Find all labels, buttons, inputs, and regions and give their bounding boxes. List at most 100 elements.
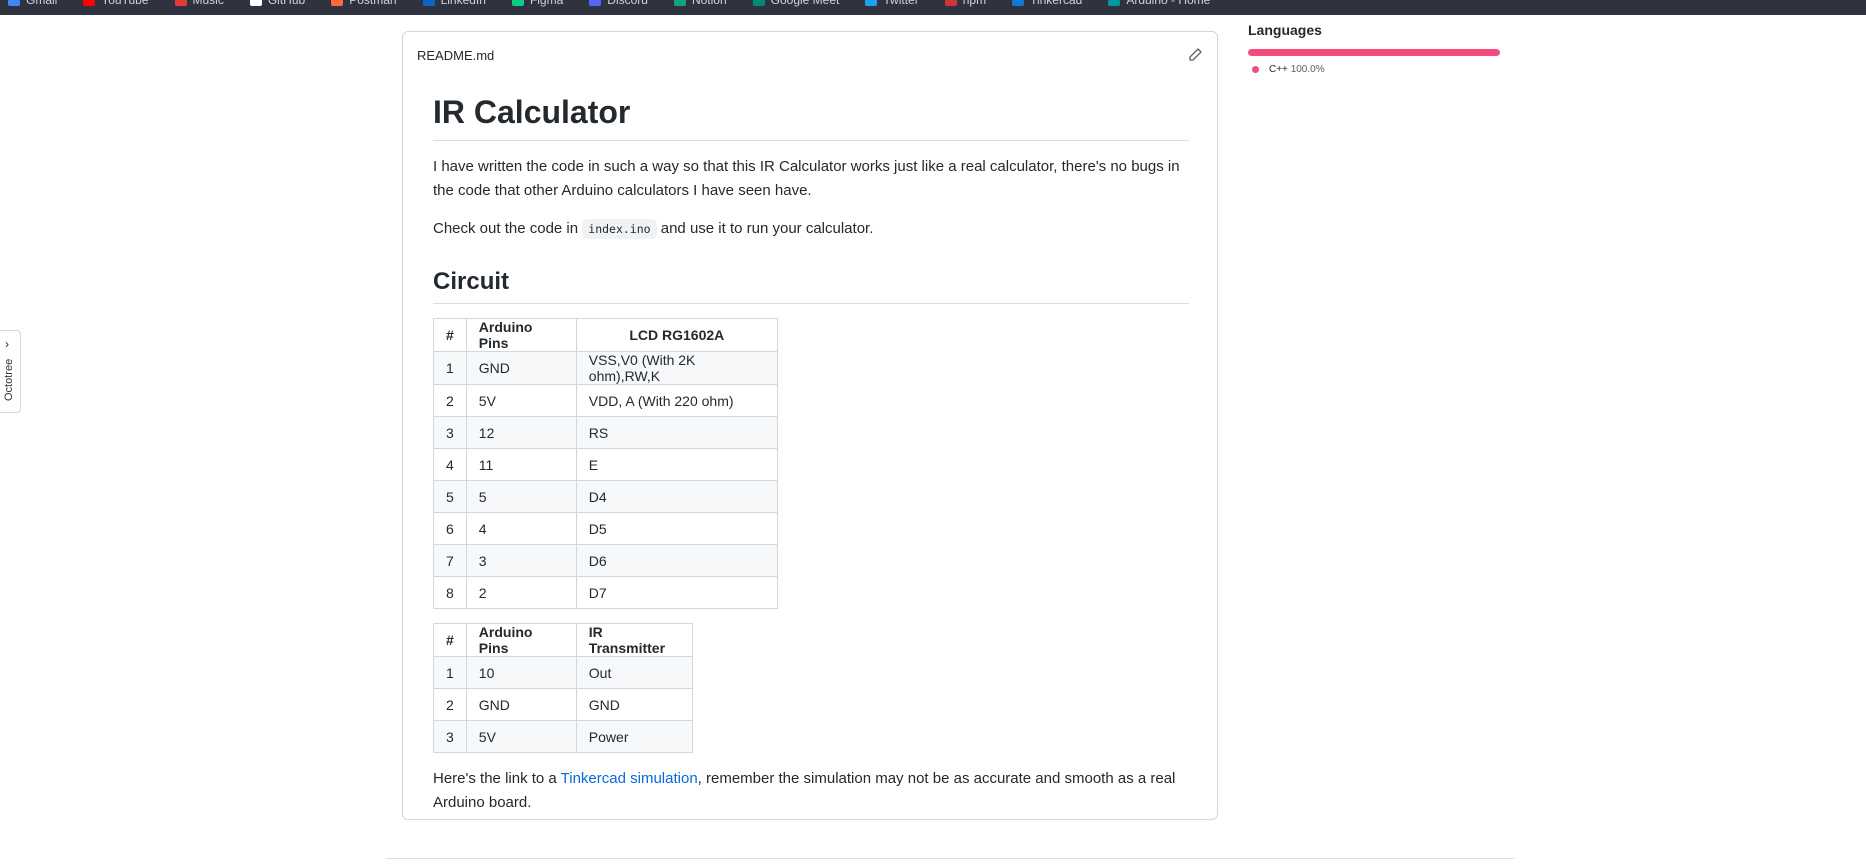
table-cell: 7 <box>433 544 467 577</box>
bookmark-label: Postman <box>349 0 397 7</box>
bookmark-item[interactable]: LinkedIn <box>422 0 486 15</box>
table-cell: GND <box>465 688 577 721</box>
table-cell: 5 <box>465 480 577 513</box>
bookmark-favicon-icon <box>673 0 686 6</box>
table-cell: 4 <box>433 448 467 481</box>
bookmark-item[interactable]: Postman <box>331 0 397 15</box>
lcd-pin-table: # Arduino Pins LCD RG1602A 1 GND VSS,V0 (With… <box>433 318 778 609</box>
bookmark-item[interactable]: Figma <box>511 0 564 15</box>
table-cell: 5 <box>433 480 467 513</box>
table-cell: GND <box>465 351 577 385</box>
bookmark-item[interactable]: Gmail <box>8 0 57 15</box>
text: Check out the code in <box>433 220 583 237</box>
table-cell: D4 <box>575 480 778 513</box>
intro-paragraph: I have written the code in such a way so… <box>433 158 1180 199</box>
table-row: 3 5V Power <box>433 720 693 753</box>
table-row: 6 4 D5 <box>433 512 778 545</box>
bookmark-label: Discord <box>607 0 648 7</box>
bookmark-favicon-icon <box>249 0 262 6</box>
table-cell: 2 <box>433 688 467 721</box>
bookmark-favicon-icon <box>752 0 765 6</box>
readme-filename[interactable]: README.md <box>417 48 494 63</box>
bookmark-favicon-icon <box>865 0 878 6</box>
bookmark-label: Figma <box>529 0 564 7</box>
bookmark-item[interactable]: Music <box>174 0 224 15</box>
bookmark-item[interactable]: Twitter <box>865 0 919 15</box>
table-cell: 11 <box>465 448 577 481</box>
table-row: 7 3 D6 <box>433 544 778 577</box>
table-cell: 10 <box>465 656 577 689</box>
bookmark-favicon-icon <box>1108 0 1121 6</box>
bookmark-favicon-icon <box>1012 0 1025 6</box>
table-cell: Out <box>575 656 693 689</box>
table-row: 1 GND VSS,V0 (With 2K ohm),RW,K <box>433 351 778 385</box>
bookmark-item[interactable]: GitHub <box>249 0 306 15</box>
bookmark-item[interactable]: Discord <box>589 0 648 15</box>
pencil-icon[interactable] <box>1187 47 1203 63</box>
bookmark-label: YouTube <box>101 0 149 7</box>
table-cell: 2 <box>465 576 577 609</box>
table-cell: 1 <box>433 656 467 689</box>
bookmark-item[interactable]: Notion <box>673 0 727 15</box>
table-cell: E <box>575 448 778 481</box>
inline-code: index.ino <box>582 219 657 239</box>
bookmark-favicon-icon <box>83 0 96 6</box>
table-row: 5 5 D4 <box>433 480 778 513</box>
table-cell: 3 <box>433 720 467 753</box>
bookmark-label: Music <box>192 0 224 7</box>
table-cell: 2 <box>433 384 467 417</box>
table-row: 2 5V VDD, A (With 220 ohm) <box>433 384 778 417</box>
table-cell: D7 <box>575 576 778 609</box>
octotree-toggle[interactable]: › Octotree <box>0 330 21 413</box>
languages-heading: Languages <box>1248 22 1322 38</box>
chevron-right-icon: › <box>5 337 9 351</box>
bookmark-label: Notion <box>691 0 727 7</box>
bookmark-item[interactable]: Arduino - Home <box>1108 0 1210 15</box>
table-cell: RS <box>575 416 778 449</box>
column-header: IR Transmitter <box>575 623 693 657</box>
bookmark-favicon-icon <box>8 0 20 6</box>
readme-content: IR Calculator I have written the code in… <box>433 92 1189 815</box>
octotree-label: Octotree <box>3 358 15 401</box>
divider <box>386 858 1514 859</box>
table-row: 1 10 Out <box>433 656 693 689</box>
table-cell: 5V <box>465 384 577 417</box>
table-header-row: # Arduino Pins IR Transmitter <box>433 623 693 657</box>
column-header: Arduino Pins <box>465 623 577 657</box>
table-cell: 5V <box>465 720 577 753</box>
bookmark-item[interactable]: npm <box>944 0 987 15</box>
bookmark-label: Arduino - Home <box>1126 0 1211 7</box>
bookmarks-bar: Gmail YouTube Music GitHub Postman LinkedIn Fi… <box>0 0 1866 15</box>
language-legend-item[interactable]: C++ 100.0% <box>1252 64 1500 75</box>
bookmark-label: npm <box>962 0 987 7</box>
bookmark-favicon-icon <box>331 0 344 6</box>
bookmark-label: Gmail <box>26 0 58 7</box>
check-paragraph: Check out the code in index.ino and use … <box>433 217 1189 241</box>
text: and use it to run your calculator. <box>656 220 874 237</box>
bookmark-favicon-icon <box>174 0 187 6</box>
bookmark-item[interactable]: YouTube <box>83 0 149 15</box>
table-cell: 6 <box>433 512 467 545</box>
table-cell: GND <box>575 688 693 721</box>
bookmark-favicon-icon <box>589 0 602 6</box>
bookmark-favicon-icon <box>422 0 435 6</box>
table-cell: D5 <box>575 512 778 545</box>
column-header: LCD RG1602A <box>575 318 778 352</box>
language-percent: 100.0% <box>1290 64 1325 75</box>
language-dot-icon <box>1252 66 1259 73</box>
bookmark-item[interactable]: Google Meet <box>752 0 839 15</box>
table-row: 3 12 RS <box>433 416 778 449</box>
table-cell: 4 <box>465 512 577 545</box>
circuit-heading: Circuit <box>433 267 1189 304</box>
bookmark-item[interactable]: Tinkercad <box>1012 0 1082 15</box>
table-cell: D6 <box>575 544 778 577</box>
readme-title: IR Calculator <box>433 92 1189 141</box>
column-header: # <box>433 623 467 657</box>
tinkercad-link[interactable]: Tinkercad simulation <box>561 770 698 787</box>
table-row: 4 11 E <box>433 448 778 481</box>
column-header: # <box>433 318 467 352</box>
table-row: 8 2 D7 <box>433 576 778 609</box>
bookmark-favicon-icon <box>944 0 957 6</box>
table-cell: 8 <box>433 576 467 609</box>
bookmark-label: GitHub <box>267 0 306 7</box>
